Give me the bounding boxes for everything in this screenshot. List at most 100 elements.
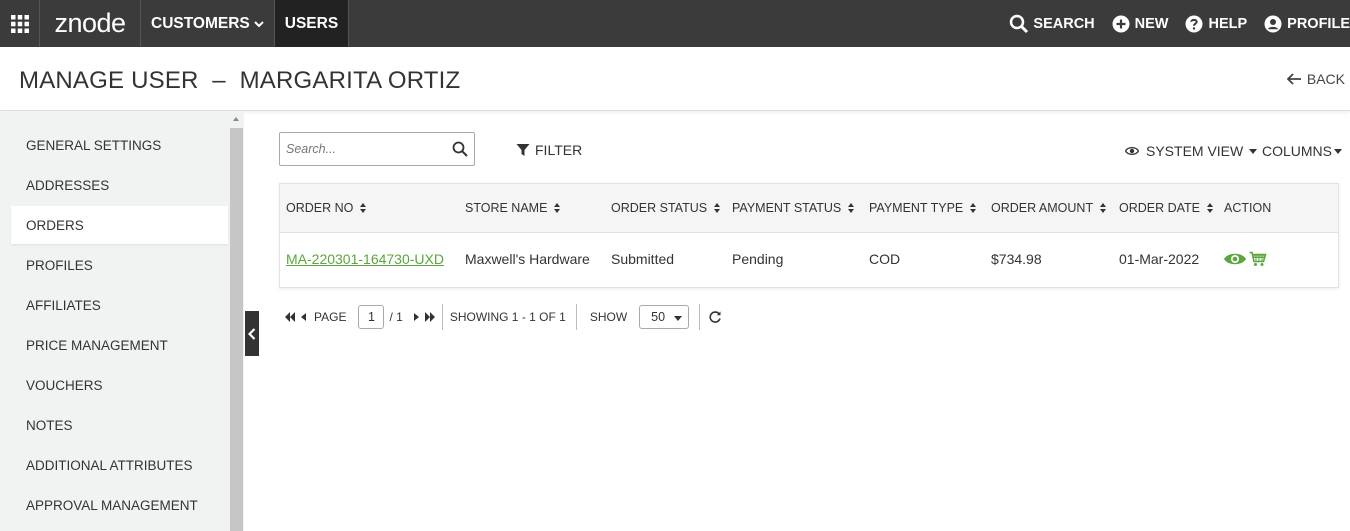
column-header-label: ORDER AMOUNT: [991, 201, 1094, 215]
help-action[interactable]: HELP: [1184, 14, 1247, 34]
pager-divider: [441, 304, 443, 330]
sidebar-item-profiles[interactable]: PROFILES: [11, 246, 228, 284]
sidebar-item-addresses[interactable]: ADDRESSES: [11, 166, 228, 204]
nav-users[interactable]: USERS: [274, 0, 350, 47]
sort-icon: [360, 202, 367, 214]
sidebar-scrollbar[interactable]: [230, 112, 243, 531]
new-action[interactable]: NEW: [1111, 14, 1169, 34]
sidebar-item-general-settings[interactable]: GENERAL SETTINGS: [11, 126, 228, 164]
search-icon[interactable]: [452, 141, 468, 157]
back-button-label: BACK: [1306, 71, 1345, 87]
sidebar-item-affiliates[interactable]: AFFILIATES: [11, 286, 228, 324]
app-grid-menu-button[interactable]: [0, 0, 40, 47]
show-label: SHOW: [589, 310, 628, 324]
sort-icon: [970, 202, 977, 214]
columns-label: COLUMNS: [1262, 143, 1333, 159]
page-size-select[interactable]: 50: [639, 305, 690, 329]
search-input[interactable]: [286, 140, 446, 158]
order-amount-cell: $734.98: [991, 251, 1042, 267]
search-action-label: SEARCH: [1033, 15, 1095, 32]
profile-action[interactable]: PROFILE: [1263, 14, 1350, 34]
column-header-label: ORDER DATE: [1119, 201, 1201, 215]
system-view-dropdown[interactable]: SYSTEM VIEW: [1125, 143, 1258, 159]
columns-dropdown[interactable]: COLUMNS: [1262, 143, 1343, 159]
first-page-icon[interactable]: [284, 311, 296, 323]
grid-icon: [10, 14, 29, 33]
next-page-icon[interactable]: [412, 311, 422, 323]
page-title: MANAGE USER – MARGARITA ORTIZ: [19, 67, 461, 94]
sidebar-item-notes[interactable]: NOTES: [11, 406, 228, 444]
previous-page-icon[interactable]: [299, 311, 309, 323]
page-header: MANAGE USER – MARGARITA ORTIZ BACK: [0, 47, 1350, 111]
sidebar-collapse-button[interactable]: [245, 311, 259, 356]
order-number-link[interactable]: MA-220301-164730-UXD: [286, 251, 444, 267]
column-header-order-no[interactable]: ORDER NO: [286, 201, 367, 215]
system-view-label: SYSTEM VIEW: [1146, 143, 1244, 159]
profile-action-label: PROFILE: [1287, 15, 1350, 32]
sort-icon: [1100, 202, 1107, 214]
column-header-label: PAYMENT STATUS: [732, 201, 842, 215]
pager-back-controls: [284, 311, 309, 323]
page-label: PAGE: [314, 310, 347, 324]
help-circle-icon: [1185, 15, 1203, 32]
order-date-cell: 01-Mar-2022: [1119, 251, 1200, 267]
column-header-order-date[interactable]: ORDER DATE: [1119, 201, 1214, 215]
grid-search-box: [279, 132, 475, 166]
chevron-left-icon: [248, 327, 256, 340]
view-eye-icon[interactable]: [1223, 251, 1247, 267]
order-status-cell: Submitted: [611, 251, 675, 267]
column-header-store-name[interactable]: STORE NAME: [465, 201, 561, 215]
column-header-payment-status[interactable]: PAYMENT STATUS: [732, 201, 855, 215]
sidebar-item-additional-attributes[interactable]: ADDITIONAL ATTRIBUTES: [11, 446, 228, 484]
caret-down-icon: [1249, 148, 1258, 154]
column-header-payment-type[interactable]: PAYMENT TYPE: [869, 201, 977, 215]
last-page-icon[interactable]: [424, 311, 436, 323]
sidebar-item-price-management[interactable]: PRICE MANAGEMENT: [11, 326, 228, 364]
sort-icon: [714, 202, 721, 214]
refresh-icon[interactable]: [708, 310, 722, 324]
column-header-order-status[interactable]: ORDER STATUS: [611, 201, 721, 215]
back-button[interactable]: BACK: [1286, 71, 1345, 87]
column-header-label: STORE NAME: [465, 201, 548, 215]
column-header-order-amount[interactable]: ORDER AMOUNT: [991, 201, 1107, 215]
page-total: / 1: [389, 310, 403, 324]
filter-icon: [516, 144, 530, 156]
payment-status-cell: Pending: [732, 251, 784, 267]
user-circle-icon: [1264, 15, 1282, 32]
search-action[interactable]: SEARCH: [1009, 14, 1095, 34]
plus-circle-icon: [1112, 15, 1130, 32]
top-navigation-bar: znode CUSTOMERS USERS SEARCH NEW HELP PR…: [0, 0, 1350, 47]
sidebar: GENERAL SETTINGS ADDRESSES ORDERS PROFIL…: [0, 112, 244, 531]
shopping-cart-icon[interactable]: [1249, 251, 1267, 267]
pager-divider: [575, 304, 577, 330]
pager-divider: [699, 304, 701, 330]
column-header-label: ORDER NO: [286, 201, 354, 215]
filter-button[interactable]: FILTER: [516, 142, 582, 158]
sidebar-item-vouchers[interactable]: VOUCHERS: [11, 366, 228, 404]
help-action-label: HELP: [1208, 15, 1248, 32]
sort-icon: [554, 202, 561, 214]
orders-table: ORDER NO STORE NAME ORDER STATUS PAYMENT…: [279, 183, 1339, 288]
nav-customers[interactable]: CUSTOMERS: [141, 0, 275, 47]
top-actions: SEARCH NEW HELP PROFILE: [993, 0, 1350, 47]
eye-icon: [1125, 146, 1139, 156]
arrow-left-icon: [1286, 73, 1301, 85]
znode-logo[interactable]: znode: [40, 0, 141, 47]
sidebar-item-approval-management[interactable]: APPROVAL MANAGEMENT: [11, 486, 228, 524]
column-header-action: ACTION: [1224, 201, 1271, 215]
filter-button-label: FILTER: [535, 142, 583, 158]
pager-forward-controls: [412, 311, 436, 323]
sidebar-item-orders[interactable]: ORDERS: [11, 206, 228, 244]
page-size-value: 50: [651, 310, 666, 324]
column-header-label: ORDER STATUS: [611, 201, 708, 215]
search-icon: [1010, 14, 1029, 33]
column-header-label: ACTION: [1224, 201, 1272, 215]
table-header-row: ORDER NO STORE NAME ORDER STATUS PAYMENT…: [280, 184, 1338, 233]
sort-icon: [848, 202, 855, 214]
scroll-up-arrow[interactable]: [230, 112, 243, 128]
new-action-label: NEW: [1134, 15, 1169, 32]
caret-down-icon: [1334, 148, 1343, 154]
showing-count: SHOWING 1 - 1 OF 1: [449, 310, 566, 324]
page-number-input[interactable]: [358, 305, 385, 329]
nav-customers-label: CUSTOMERS: [151, 14, 250, 32]
